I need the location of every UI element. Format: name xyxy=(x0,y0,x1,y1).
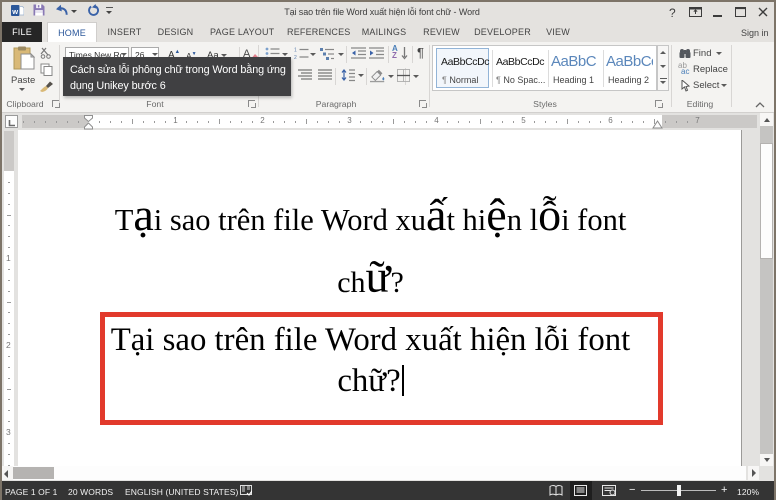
svg-text:2: 2 xyxy=(294,55,297,60)
svg-text:w: w xyxy=(11,7,18,16)
svg-text:1: 1 xyxy=(294,48,297,54)
